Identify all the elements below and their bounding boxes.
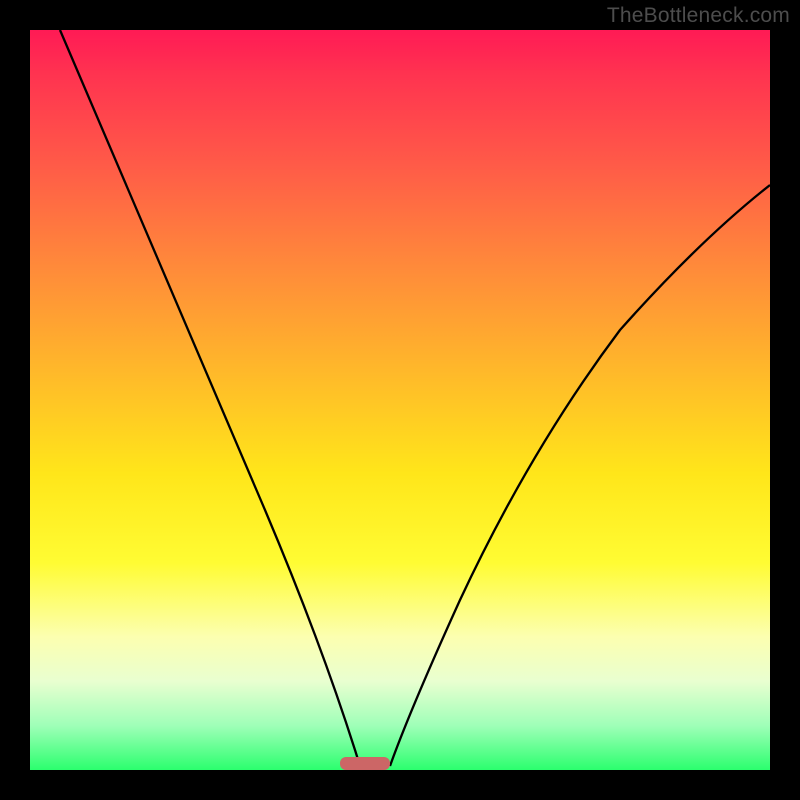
right-curve	[390, 185, 770, 766]
chart-frame: TheBottleneck.com	[0, 0, 800, 800]
watermark-text: TheBottleneck.com	[607, 4, 790, 28]
left-curve	[60, 30, 360, 766]
bottleneck-marker	[340, 757, 390, 770]
curve-layer	[30, 30, 770, 770]
